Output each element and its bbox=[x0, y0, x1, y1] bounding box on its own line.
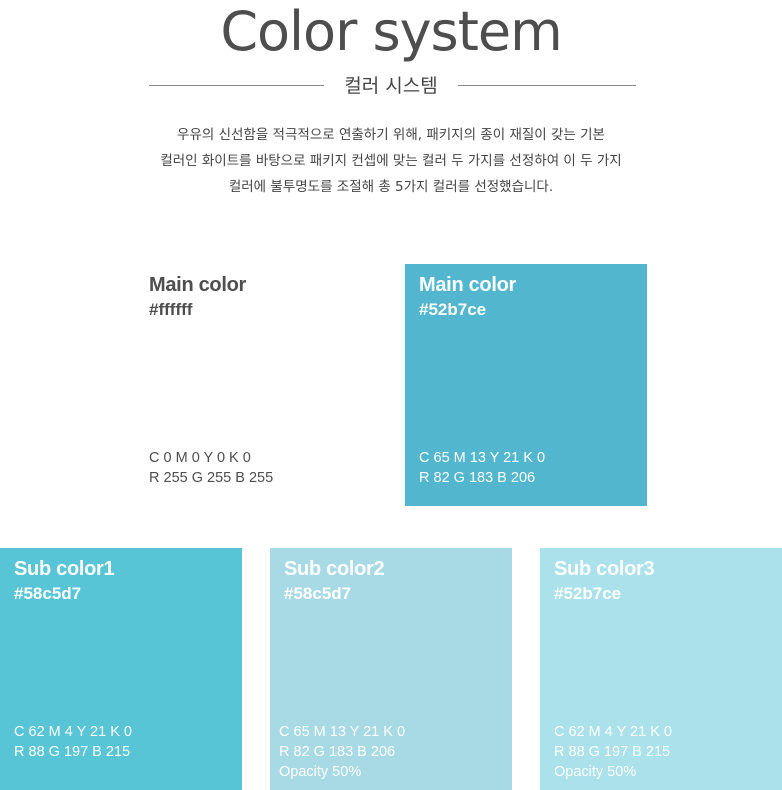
page-subtitle: 컬러 시스템 bbox=[344, 75, 438, 97]
color-name: Main color bbox=[419, 274, 517, 296]
sub-color-3-card: Sub color3 #52b7ce C 62 M 4 Y 21 K 0 R 8… bbox=[540, 548, 782, 790]
color-name: Sub color1 bbox=[14, 558, 115, 580]
divider-right bbox=[458, 85, 636, 86]
color-cmyk: C 65 M 13 Y 21 K 0 bbox=[279, 724, 406, 740]
color-specs: C 62 M 4 Y 21 K 0 R 88 G 197 B 215 bbox=[14, 722, 132, 762]
main-color-blue-card: Main color #52b7ce C 65 M 13 Y 21 K 0 R … bbox=[405, 264, 647, 506]
color-cmyk: C 0 M 0 Y 0 K 0 bbox=[149, 450, 251, 466]
color-opacity: Opacity 50% bbox=[279, 764, 362, 780]
color-hex: #58c5d7 bbox=[14, 584, 82, 603]
description-line: 우유의 신선함을 적극적으로 연출하기 위해, 패키지의 종이 재질이 갖는 기… bbox=[177, 127, 605, 143]
color-cmyk: C 62 M 4 Y 21 K 0 bbox=[14, 724, 132, 740]
color-cmyk: C 65 M 13 Y 21 K 0 bbox=[419, 450, 546, 466]
color-hex: #52b7ce bbox=[419, 300, 487, 319]
color-rgb: R 82 G 183 B 206 bbox=[279, 744, 396, 760]
subtitle-row: 컬러 시스템 bbox=[149, 74, 636, 98]
divider-left bbox=[149, 85, 324, 86]
color-rgb: R 88 G 197 B 215 bbox=[14, 744, 131, 760]
color-opacity: Opacity 50% bbox=[554, 764, 637, 780]
color-rgb: R 255 G 255 B 255 bbox=[149, 470, 274, 486]
color-specs: C 0 M 0 Y 0 K 0 R 255 G 255 B 255 bbox=[149, 448, 273, 488]
description-line: 컬러인 화이트를 바탕으로 패키지 컨셉에 맞는 컬러 두 가지를 선정하여 이… bbox=[160, 153, 622, 169]
description-line: 컬러에 불투명도를 조절해 총 5가지 컬러를 선정했습니다. bbox=[228, 179, 554, 195]
color-hex: #ffffff bbox=[149, 300, 193, 319]
color-specs: C 65 M 13 Y 21 K 0 R 82 G 183 B 206 bbox=[419, 448, 545, 488]
color-hex: #58c5d7 bbox=[284, 584, 352, 603]
color-rgb: R 82 G 183 B 206 bbox=[419, 470, 536, 486]
page-title: Color system bbox=[220, 0, 562, 63]
color-specs: C 65 M 13 Y 21 K 0 R 82 G 183 B 206 Opac… bbox=[279, 722, 405, 782]
main-color-white-card: Main color #ffffff C 0 M 0 Y 0 K 0 R 255… bbox=[149, 264, 391, 506]
color-name: Main color bbox=[149, 274, 247, 296]
color-hex: #52b7ce bbox=[554, 584, 622, 603]
description: 우유의 신선함을 적극적으로 연출하기 위해, 패키지의 종이 재질이 갖는 기… bbox=[100, 122, 682, 200]
color-name: Sub color2 bbox=[284, 558, 385, 580]
sub-color-2-card: Sub color2 #58c5d7 C 65 M 13 Y 21 K 0 R … bbox=[270, 548, 512, 790]
color-rgb: R 88 G 197 B 215 bbox=[554, 744, 671, 760]
color-name: Sub color3 bbox=[554, 558, 655, 580]
color-specs: C 62 M 4 Y 21 K 0 R 88 G 197 B 215 Opaci… bbox=[554, 722, 672, 782]
color-cmyk: C 62 M 4 Y 21 K 0 bbox=[554, 724, 672, 740]
sub-color-1-card: Sub color1 #58c5d7 C 62 M 4 Y 21 K 0 R 8… bbox=[0, 548, 242, 790]
